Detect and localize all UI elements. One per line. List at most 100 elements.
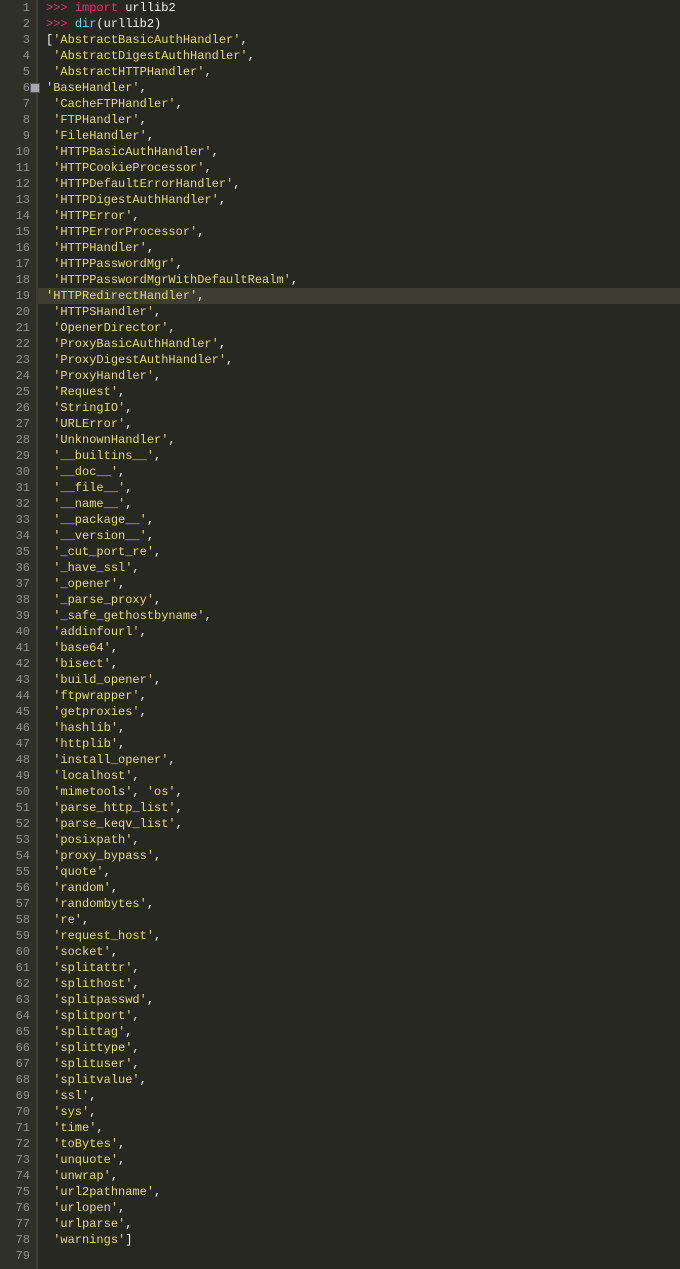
code-line[interactable]: 'posixpath',	[46, 832, 680, 848]
token-str: 'CacheFTPHandler'	[53, 97, 175, 111]
code-line[interactable]: 'install_opener',	[46, 752, 680, 768]
code-line[interactable]: ['AbstractBasicAuthHandler',	[46, 32, 680, 48]
token-comma: ,	[154, 545, 161, 559]
code-line[interactable]: 'proxy_bypass',	[46, 848, 680, 864]
code-area[interactable]: >>> import urllib2>>> dir(urllib2)['Abst…	[37, 0, 680, 1269]
code-line[interactable]: 'HTTPErrorProcessor',	[46, 224, 680, 240]
code-line[interactable]: 'urlparse',	[46, 1216, 680, 1232]
code-line[interactable]: 'localhost',	[46, 768, 680, 784]
code-line[interactable]: '__builtins__',	[46, 448, 680, 464]
token-str: '__version__'	[53, 529, 147, 543]
code-line[interactable]: 'parse_http_list',	[46, 800, 680, 816]
code-line[interactable]: 'ssl',	[46, 1088, 680, 1104]
code-line[interactable]: 'UnknownHandler',	[46, 432, 680, 448]
code-line[interactable]: 'Request',	[46, 384, 680, 400]
token-comma: ,	[233, 177, 240, 191]
code-line[interactable]: 'randombytes',	[46, 896, 680, 912]
line-number: 21	[8, 320, 30, 336]
code-line[interactable]: 'httplib',	[46, 736, 680, 752]
code-line[interactable]: 'HTTPHandler',	[46, 240, 680, 256]
token-str: '__file__'	[53, 481, 125, 495]
code-line[interactable]: 'splitvalue',	[46, 1072, 680, 1088]
token-str: 'OpenerDirector'	[53, 321, 168, 335]
code-line[interactable]: 'splitattr',	[46, 960, 680, 976]
code-line[interactable]: 'HTTPPasswordMgrWithDefaultRealm',	[46, 272, 680, 288]
code-line[interactable]: '__version__',	[46, 528, 680, 544]
code-line[interactable]: 'toBytes',	[46, 1136, 680, 1152]
code-line[interactable]: 'request_host',	[46, 928, 680, 944]
token-str: 'ProxyDigestAuthHandler'	[53, 353, 226, 367]
code-line[interactable]: 'warnings']	[46, 1232, 680, 1248]
code-line[interactable]: 'HTTPDigestAuthHandler',	[46, 192, 680, 208]
code-line[interactable]: 'CacheFTPHandler',	[46, 96, 680, 112]
code-line[interactable]: 're',	[46, 912, 680, 928]
code-line[interactable]: 'splitpasswd',	[46, 992, 680, 1008]
code-line[interactable]: 'bisect',	[46, 656, 680, 672]
code-line[interactable]: 'splitport',	[46, 1008, 680, 1024]
code-line[interactable]: '_cut_port_re',	[46, 544, 680, 560]
code-line[interactable]: 'HTTPDefaultErrorHandler',	[46, 176, 680, 192]
code-line[interactable]: >>> dir(urllib2)	[46, 16, 680, 32]
code-line[interactable]: '__name__',	[46, 496, 680, 512]
code-line[interactable]: '__doc__',	[46, 464, 680, 480]
code-line[interactable]: 'HTTPRedirectHandler',	[38, 288, 680, 304]
code-line[interactable]: 'url2pathname',	[46, 1184, 680, 1200]
code-line[interactable]: 'mimetools', 'os',	[46, 784, 680, 800]
line-number: 29	[8, 448, 30, 464]
line-number: 31	[8, 480, 30, 496]
code-line[interactable]: 'addinfourl',	[46, 624, 680, 640]
code-line[interactable]: 'FTPHandler',	[46, 112, 680, 128]
code-line[interactable]: 'parse_keqv_list',	[46, 816, 680, 832]
line-number-gutter[interactable]: 1234567891011121314151617181920212223242…	[0, 0, 37, 1269]
code-line[interactable]: 'getproxies',	[46, 704, 680, 720]
code-line[interactable]: 'FileHandler',	[46, 128, 680, 144]
code-line[interactable]: 'StringIO',	[46, 400, 680, 416]
code-line[interactable]: >>> import urllib2	[46, 0, 680, 16]
code-line[interactable]	[46, 1248, 680, 1264]
code-line[interactable]: 'urlopen',	[46, 1200, 680, 1216]
code-line[interactable]: '__file__',	[46, 480, 680, 496]
code-line[interactable]: 'unwrap',	[46, 1168, 680, 1184]
token-str: 'ProxyHandler'	[53, 369, 154, 383]
code-line[interactable]: 'hashlib',	[46, 720, 680, 736]
code-line[interactable]: 'base64',	[46, 640, 680, 656]
code-line[interactable]: 'splituser',	[46, 1056, 680, 1072]
code-line[interactable]: '_have_ssl',	[46, 560, 680, 576]
code-line[interactable]: 'HTTPCookieProcessor',	[46, 160, 680, 176]
code-line[interactable]: 'ftpwrapper',	[46, 688, 680, 704]
code-line[interactable]: 'unquote',	[46, 1152, 680, 1168]
code-line[interactable]: 'BaseHandler',	[46, 80, 680, 96]
code-line[interactable]: 'quote',	[46, 864, 680, 880]
code-line[interactable]: 'random',	[46, 880, 680, 896]
token-str: 'quote'	[53, 865, 103, 879]
fold-marker-icon[interactable]	[30, 83, 40, 93]
token-comma: ,	[154, 305, 161, 319]
code-line[interactable]: '_opener',	[46, 576, 680, 592]
code-line[interactable]: 'HTTPBasicAuthHandler',	[46, 144, 680, 160]
code-line[interactable]: 'AbstractHTTPHandler',	[46, 64, 680, 80]
code-line[interactable]: 'build_opener',	[46, 672, 680, 688]
code-line[interactable]: 'ProxyDigestAuthHandler',	[46, 352, 680, 368]
code-line[interactable]: 'HTTPPasswordMgr',	[46, 256, 680, 272]
token-comma: ,	[197, 225, 204, 239]
token-comma: ,	[147, 129, 154, 143]
code-line[interactable]: '_safe_gethostbyname',	[46, 608, 680, 624]
code-line[interactable]: 'HTTPError',	[46, 208, 680, 224]
code-line[interactable]: 'splittag',	[46, 1024, 680, 1040]
code-line[interactable]: 'AbstractDigestAuthHandler',	[46, 48, 680, 64]
code-editor[interactable]: 1234567891011121314151617181920212223242…	[0, 0, 680, 1269]
code-line[interactable]: '__package__',	[46, 512, 680, 528]
code-line[interactable]: 'sys',	[46, 1104, 680, 1120]
code-line[interactable]: 'ProxyHandler',	[46, 368, 680, 384]
line-number: 6	[8, 80, 30, 96]
code-line[interactable]: 'time',	[46, 1120, 680, 1136]
code-line[interactable]: 'HTTPSHandler',	[46, 304, 680, 320]
code-line[interactable]: 'splithost',	[46, 976, 680, 992]
code-line[interactable]: 'ProxyBasicAuthHandler',	[46, 336, 680, 352]
code-line[interactable]: 'OpenerDirector',	[46, 320, 680, 336]
code-line[interactable]: '_parse_proxy',	[46, 592, 680, 608]
code-line[interactable]: 'splittype',	[46, 1040, 680, 1056]
code-line[interactable]: 'URLError',	[46, 416, 680, 432]
line-number: 30	[8, 464, 30, 480]
code-line[interactable]: 'socket',	[46, 944, 680, 960]
